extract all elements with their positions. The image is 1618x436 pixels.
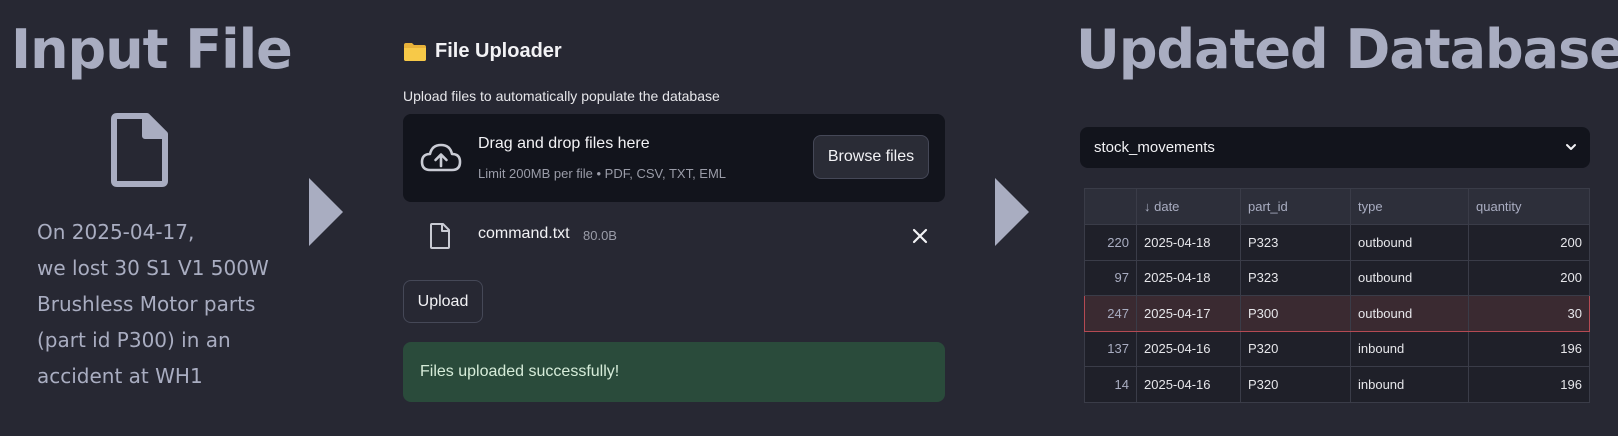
- column-header-quantity[interactable]: quantity: [1468, 188, 1590, 225]
- uploader-title: File Uploader: [435, 40, 562, 62]
- data-table[interactable]: ↓ date part_id type quantity 220 2025-04-…: [1084, 188, 1590, 403]
- arrow-right-icon: [309, 178, 343, 246]
- input-file-title: Input File: [11, 18, 293, 81]
- cell-type[interactable]: outbound: [1350, 295, 1469, 332]
- uploaded-file-item: command.txt 80.0B: [403, 218, 945, 258]
- upload-button[interactable]: Upload: [403, 280, 483, 323]
- success-message: Files uploaded successfully!: [420, 363, 620, 380]
- table-row[interactable]: 220 2025-04-18 P323 outbound 200: [1084, 224, 1590, 261]
- cell-date[interactable]: 2025-04-17: [1136, 295, 1241, 332]
- file-name: command.txt: [478, 225, 570, 242]
- file-icon: [111, 113, 168, 187]
- dropzone-label: Drag and drop files here: [478, 135, 650, 152]
- cell-part-id[interactable]: P323: [1240, 259, 1351, 296]
- input-line: On 2025-04-17,: [37, 220, 195, 244]
- folder-icon: [404, 42, 426, 61]
- input-file-text: On 2025-04-17, we lost 30 S1 V1 500W Bru…: [37, 214, 297, 394]
- cell-date[interactable]: 2025-04-18: [1136, 259, 1241, 296]
- input-line: we lost 30 S1 V1 500W: [37, 256, 269, 280]
- input-line: Brushless Motor parts: [37, 292, 256, 316]
- cell-quantity[interactable]: 200: [1468, 259, 1590, 296]
- chevron-down-icon: [1566, 144, 1576, 150]
- cell-index[interactable]: 97: [1084, 259, 1137, 296]
- file-dropzone[interactable]: Drag and drop files here Limit 200MB per…: [403, 114, 945, 202]
- cell-part-id[interactable]: P320: [1240, 330, 1351, 367]
- cell-date[interactable]: 2025-04-16: [1136, 366, 1241, 403]
- cloud-upload-icon: [420, 143, 462, 172]
- cell-index[interactable]: 14: [1084, 366, 1137, 403]
- select-value: stock_movements: [1094, 139, 1215, 156]
- cell-index[interactable]: 247: [1084, 295, 1137, 332]
- cell-index[interactable]: 137: [1084, 330, 1137, 367]
- column-header-index: [1084, 188, 1137, 225]
- cell-quantity[interactable]: 196: [1468, 330, 1590, 367]
- file-size: 80.0B: [583, 228, 617, 243]
- cell-type[interactable]: outbound: [1350, 259, 1469, 296]
- table-select[interactable]: stock_movements: [1080, 127, 1590, 168]
- table-row[interactable]: 247 2025-04-17 P300 outbound 30: [1084, 295, 1590, 332]
- cell-type[interactable]: outbound: [1350, 224, 1469, 261]
- uploader-description: Upload files to automatically populate t…: [403, 88, 720, 104]
- cell-date[interactable]: 2025-04-18: [1136, 224, 1241, 261]
- uploader-header: File Uploader: [403, 40, 562, 63]
- table-row[interactable]: 137 2025-04-16 P320 inbound 196: [1084, 330, 1590, 367]
- cell-quantity[interactable]: 196: [1468, 366, 1590, 403]
- browse-files-button[interactable]: Browse files: [813, 135, 929, 179]
- column-header-type[interactable]: type: [1350, 188, 1469, 225]
- input-line: (part id P300) in an: [37, 328, 231, 352]
- cell-date[interactable]: 2025-04-16: [1136, 330, 1241, 367]
- success-alert: Files uploaded successfully!: [403, 342, 945, 402]
- input-line: accident at WH1: [37, 364, 203, 388]
- column-header-date[interactable]: ↓ date: [1136, 188, 1241, 225]
- cell-type[interactable]: inbound: [1350, 330, 1469, 367]
- cell-quantity[interactable]: 30: [1468, 295, 1590, 332]
- arrow-right-icon: [995, 178, 1029, 246]
- cell-index[interactable]: 220: [1084, 224, 1137, 261]
- table-row[interactable]: 97 2025-04-18 P323 outbound 200: [1084, 259, 1590, 296]
- table-row[interactable]: 14 2025-04-16 P320 inbound 196: [1084, 366, 1590, 403]
- cell-part-id[interactable]: P320: [1240, 366, 1351, 403]
- cell-quantity[interactable]: 200: [1468, 224, 1590, 261]
- dropzone-limit: Limit 200MB per file • PDF, CSV, TXT, EM…: [478, 166, 727, 181]
- cell-part-id[interactable]: P323: [1240, 224, 1351, 261]
- column-header-part-id[interactable]: part_id: [1240, 188, 1351, 225]
- table-header-row: ↓ date part_id type quantity: [1084, 188, 1590, 225]
- close-icon[interactable]: [908, 224, 932, 248]
- cell-part-id[interactable]: P300: [1240, 295, 1351, 332]
- updated-database-title: Updated Database: [1076, 18, 1618, 81]
- cell-type[interactable]: inbound: [1350, 366, 1469, 403]
- file-icon: [430, 223, 450, 249]
